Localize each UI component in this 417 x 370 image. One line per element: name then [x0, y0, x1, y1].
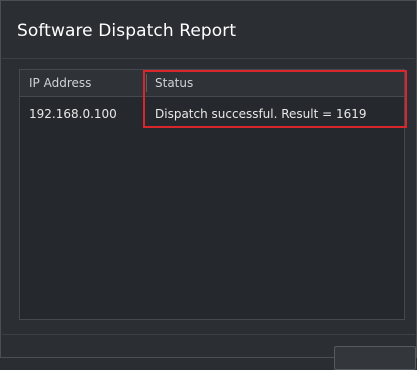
status-cell: Dispatch successful. Result = 1619 [155, 107, 367, 121]
report-table: IP Address Status 192.168.0.100 Dispatch… [19, 69, 407, 320]
footer-divider [2, 334, 415, 335]
title-divider [2, 58, 415, 59]
column-divider[interactable] [146, 74, 147, 92]
dialog-title: Software Dispatch Report [17, 21, 237, 41]
column-header-ip-address[interactable]: IP Address [29, 76, 91, 90]
column-header-status[interactable]: Status [155, 76, 193, 90]
ip-address-cell: 192.168.0.100 [29, 107, 117, 121]
close-button[interactable] [334, 346, 416, 370]
table-header: IP Address Status [20, 70, 404, 97]
dispatch-report-dialog: Software Dispatch Report IP Address Stat… [0, 0, 417, 370]
